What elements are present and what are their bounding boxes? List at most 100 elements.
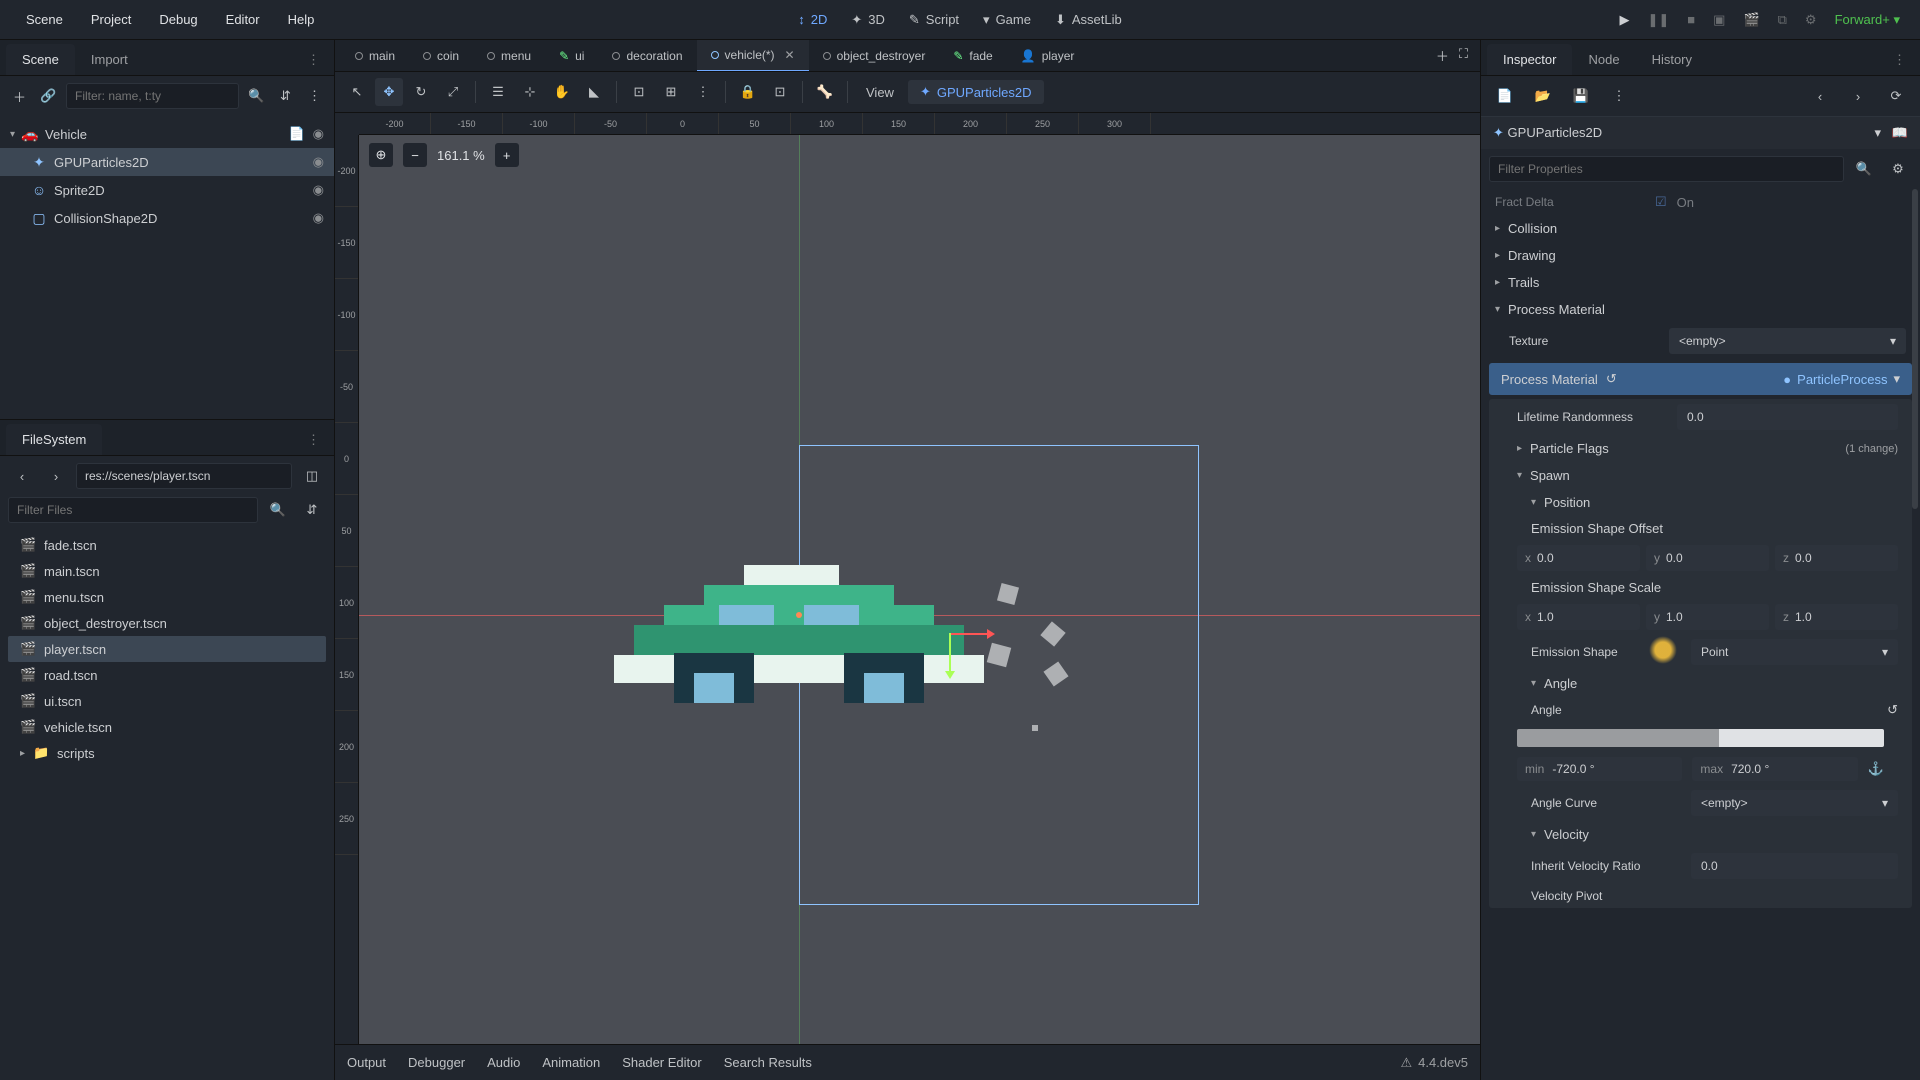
revert-icon[interactable]: ↺ <box>1887 702 1898 718</box>
expand-icon[interactable]: ⛶ <box>1459 46 1468 65</box>
path-input[interactable] <box>76 463 292 489</box>
offset-y[interactable]: y0.0 <box>1646 545 1769 571</box>
tab-node[interactable]: Node <box>1572 44 1635 75</box>
nav-forward-icon[interactable]: › <box>42 462 70 490</box>
snap-grid-icon[interactable]: ⊡ <box>625 78 653 106</box>
play-icon[interactable]: ▶ <box>1619 12 1629 28</box>
dock-tab-import[interactable]: Import <box>75 44 144 75</box>
snap-options-icon[interactable]: ⊞ <box>657 78 685 106</box>
menu-scene[interactable]: Scene <box>12 6 77 33</box>
scene-sort-icon[interactable]: ⇵ <box>274 82 297 110</box>
scene-filter-input[interactable] <box>66 83 239 109</box>
bottom-search[interactable]: Search Results <box>724 1055 812 1070</box>
angle-range-slider[interactable] <box>1517 729 1884 747</box>
search-icon[interactable]: 🔍 <box>245 82 268 110</box>
emission-shape-dropdown[interactable]: Point▾ <box>1691 639 1898 665</box>
gizmo-x[interactable] <box>949 633 989 635</box>
dock-handle-icon[interactable]: ⋮ <box>299 428 328 452</box>
menu-help[interactable]: Help <box>274 6 329 33</box>
bottom-output[interactable]: Output <box>347 1055 386 1070</box>
remote-icon[interactable]: ▣ <box>1713 12 1725 28</box>
bottom-audio[interactable]: Audio <box>487 1055 520 1070</box>
viewport[interactable]: -200-150-100-50050100150200250300 -200-1… <box>335 113 1480 1044</box>
folder-scripts[interactable]: ▸📁scripts <box>8 740 326 766</box>
filter-options-icon[interactable]: ⚙ <box>1884 155 1912 183</box>
split-view-icon[interactable]: ◫ <box>298 462 326 490</box>
link-icon[interactable]: ⚓ <box>1868 761 1884 777</box>
inherit-velocity-field[interactable]: 0.0 <box>1691 853 1898 879</box>
ruler-icon[interactable]: ◣ <box>580 78 608 106</box>
history-forward-icon[interactable]: › <box>1844 82 1872 110</box>
bottom-debugger[interactable]: Debugger <box>408 1055 465 1070</box>
scrollbar[interactable] <box>1912 189 1918 509</box>
link-icon[interactable]: 🔗 <box>37 82 60 110</box>
close-icon[interactable]: ✕ <box>785 48 795 62</box>
movie-icon[interactable]: 🎬 <box>1743 12 1759 28</box>
tab-inspector[interactable]: Inspector <box>1487 44 1572 75</box>
save-icon[interactable]: 💾 <box>1567 82 1595 110</box>
visibility-icon[interactable]: ◉ <box>313 154 324 170</box>
menu-project[interactable]: Project <box>77 6 145 33</box>
scale-z[interactable]: z1.0 <box>1775 604 1898 630</box>
tab-assetlib[interactable]: ⬇ AssetLib <box>1055 12 1122 28</box>
file-fade[interactable]: 🎬fade.tscn <box>8 532 326 558</box>
visibility-icon[interactable]: ◉ <box>313 210 324 226</box>
script-icon[interactable]: 📄 <box>288 126 304 142</box>
group-icon[interactable]: ⊡ <box>766 78 794 106</box>
file-objectdestroyer[interactable]: 🎬object_destroyer.tscn <box>8 610 326 636</box>
tree-collisionshape[interactable]: ▢ CollisionShape2D ◉ <box>0 204 334 232</box>
scene-tab-menu[interactable]: menu <box>473 41 545 71</box>
file-filter-input[interactable] <box>8 497 258 523</box>
lock-icon[interactable]: 🔒 <box>734 78 762 106</box>
file-main[interactable]: 🎬main.tscn <box>8 558 326 584</box>
scene-tab-main[interactable]: main <box>341 41 409 71</box>
tree-gpuparticles[interactable]: ✦ GPUParticles2D ◉ <box>0 148 334 176</box>
scene-tab-fade[interactable]: ✎fade <box>939 41 1006 71</box>
search-icon[interactable]: 🔍 <box>264 496 292 524</box>
add-node-icon[interactable]: ＋ <box>8 82 31 110</box>
bottom-animation[interactable]: Animation <box>542 1055 600 1070</box>
group-angle[interactable]: ▾Angle <box>1489 670 1912 697</box>
group-process-material[interactable]: ▾Process Material <box>1481 296 1920 323</box>
scale-x[interactable]: x1.0 <box>1517 604 1640 630</box>
refresh-icon[interactable]: ⟳ <box>1882 82 1910 110</box>
nav-back-icon[interactable]: ‹ <box>8 462 36 490</box>
fs-sort-icon[interactable]: ⇵ <box>298 496 326 524</box>
stop-icon[interactable]: ■ <box>1687 12 1695 27</box>
group-particle-flags[interactable]: ▸Particle Flags(1 change) <box>1489 435 1912 462</box>
tree-sprite2d[interactable]: ☺ Sprite2D ◉ <box>0 176 334 204</box>
rotate-tool-icon[interactable]: ↻ <box>407 78 435 106</box>
group-collision[interactable]: ▸Collision <box>1481 215 1920 242</box>
tab-3d[interactable]: ✦ 3D <box>851 12 885 28</box>
menu-editor[interactable]: Editor <box>212 6 274 33</box>
scene-tab-decoration[interactable]: decoration <box>598 41 696 71</box>
pan-icon[interactable]: ✋ <box>548 78 576 106</box>
scene-tab-ui[interactable]: ✎ui <box>545 41 598 71</box>
list-tool-icon[interactable]: ☰ <box>484 78 512 106</box>
scale-tool-icon[interactable]: ⤢ <box>439 78 467 106</box>
visibility-icon[interactable]: ◉ <box>313 182 324 198</box>
doc-icon[interactable]: 📖 <box>1892 125 1908 140</box>
inspector-filter-input[interactable] <box>1489 156 1844 182</box>
visibility-icon[interactable]: ◉ <box>313 126 324 142</box>
more-icon[interactable]: ⋮ <box>1605 82 1633 110</box>
dock-handle-icon[interactable]: ⋮ <box>1885 48 1914 72</box>
group-position[interactable]: ▾Position <box>1489 489 1912 516</box>
scene-tab-coin[interactable]: coin <box>409 41 473 71</box>
zoom-fit-icon[interactable]: ⊕ <box>369 143 393 167</box>
load-icon[interactable]: 📂 <box>1529 82 1557 110</box>
zoom-out-icon[interactable]: − <box>403 143 427 167</box>
tab-2d[interactable]: ↕ 2D <box>798 12 827 27</box>
select-tool-icon[interactable]: ↖ <box>343 78 371 106</box>
dock-tab-scene[interactable]: Scene <box>6 44 75 75</box>
add-scene-icon[interactable]: ＋ <box>1436 46 1449 65</box>
new-resource-icon[interactable]: 📄 <box>1491 82 1519 110</box>
render-mode[interactable]: Forward+ ▾ <box>1835 12 1900 28</box>
menu-debug[interactable]: Debug <box>145 6 211 33</box>
dock-tab-filesystem[interactable]: FileSystem <box>6 424 102 455</box>
revert-icon[interactable]: ↺ <box>1606 371 1617 387</box>
tab-game[interactable]: ▾ Game <box>983 12 1031 28</box>
offset-z[interactable]: z0.0 <box>1775 545 1898 571</box>
group-velocity[interactable]: ▾Velocity <box>1489 821 1912 848</box>
context-badge[interactable]: ✦GPUParticles2D <box>908 80 1044 104</box>
